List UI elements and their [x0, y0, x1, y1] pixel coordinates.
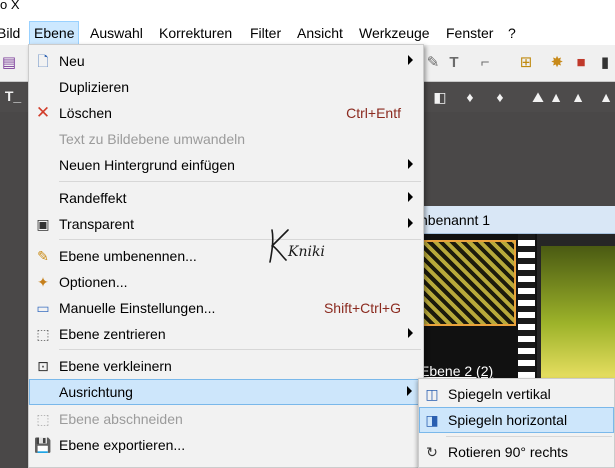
menu-item-umbenennen[interactable]: ✎ Ebene umbenennen...: [29, 243, 423, 269]
text-tool-icon[interactable]: T: [445, 54, 463, 72]
red-x-icon: ✕: [35, 103, 51, 122]
shortcut-label: Ctrl+Entf: [346, 105, 401, 121]
menu-item-abschneiden: ⬚ Ebene abschneiden: [29, 406, 423, 432]
menu-item-ausrichtung[interactable]: Ausrichtung: [29, 379, 423, 405]
droplet-icon[interactable]: ♦: [462, 89, 478, 105]
droplet-icon[interactable]: ◧: [432, 89, 448, 105]
document-title: nbenannt 1: [420, 212, 491, 228]
submenu-arrow-icon: [408, 192, 413, 202]
window-icon: ▭: [36, 300, 50, 316]
ausrichtung-submenu: ◫ Spiegeln vertikal ◨ Spiegeln horizonta…: [418, 378, 615, 468]
submenu-separator: [446, 436, 612, 437]
submenu-arrow-icon: [408, 159, 413, 169]
submenu-arrow-icon: [407, 386, 412, 396]
triangle-icon[interactable]: ▲: [598, 89, 614, 105]
triangle-icon[interactable]: ▲: [548, 89, 564, 105]
submenu-arrow-icon: [408, 55, 413, 65]
menu-separator: [59, 349, 421, 350]
menu-korrekturen[interactable]: Korrekturen: [159, 21, 232, 45]
menu-item-zentrieren[interactable]: ⬚ Ebene zentrieren: [29, 321, 423, 347]
transparency-icon: ▣: [36, 216, 50, 232]
layers-icon[interactable]: ⊞: [517, 54, 535, 72]
menu-item-optionen[interactable]: ✦ Optionen...: [29, 269, 423, 295]
menu-ebene[interactable]: Ebene: [29, 21, 80, 45]
triangle-icon[interactable]: ▲: [570, 89, 586, 105]
menu-item-exportieren[interactable]: 💾 Ebene exportieren...: [29, 432, 423, 458]
palette-icon[interactable]: ■: [572, 54, 590, 72]
rotate-right-icon: ↻: [426, 444, 438, 460]
menu-item-manuelle-einstellungen[interactable]: ▭ Manuelle Einstellungen... Shift+Ctrl+G: [29, 295, 423, 321]
menu-item-transparent[interactable]: ▣ Transparent: [29, 211, 423, 237]
crop-tool-icon[interactable]: ⌐: [476, 54, 494, 72]
menu-filter[interactable]: Filter: [250, 21, 281, 45]
lock-icon[interactable]: ▮: [596, 54, 614, 72]
document-titlebar[interactable]: nbenannt 1: [420, 206, 615, 234]
cut-icon: ⬚: [36, 411, 50, 427]
submenu-item-spiegeln-vertikal[interactable]: ◫ Spiegeln vertikal: [419, 381, 614, 407]
droplet-icon[interactable]: ♦: [492, 89, 508, 105]
layer-thumbnail[interactable]: [422, 240, 516, 326]
menu-auswahl[interactable]: Auswahl: [90, 21, 143, 45]
menu-item-duplizieren[interactable]: Duplizieren: [29, 74, 423, 100]
text-option-label: T_: [4, 88, 22, 104]
shortcut-label: Shift+Ctrl+G: [323, 300, 401, 316]
submenu-item-rotieren-rechts[interactable]: ↻ Rotieren 90° rechts: [419, 439, 614, 465]
menu-werkzeuge[interactable]: Werkzeuge: [359, 21, 430, 45]
submenu-arrow-icon: [408, 328, 413, 338]
layer-name[interactable]: Ebene 2 (2): [420, 363, 493, 379]
brush-tool-icon[interactable]: ✎: [424, 54, 442, 72]
ebene-menu: 🗋 Neu Duplizieren ✕ Löschen Ctrl+Entf Te…: [28, 44, 424, 468]
menu-help[interactable]: ?: [508, 21, 516, 45]
menu-separator: [59, 239, 421, 240]
kniki-signature-watermark: Kniki: [269, 229, 325, 263]
mirror-vertical-icon: ◫: [425, 386, 439, 402]
center-icon: ⬚: [36, 326, 50, 342]
menu-item-text-zu-bildebene: Text zu Bildebene umwandeln: [59, 131, 246, 147]
watermark-text: Kniki: [287, 244, 325, 260]
window-titlebar: o X: [0, 0, 615, 21]
menu-item-loeschen[interactable]: ✕ Löschen Ctrl+Entf: [29, 100, 423, 126]
menu-item-verkleinern[interactable]: ⊡ Ebene verkleinern: [29, 353, 423, 379]
mountain-icon[interactable]: ⛰: [530, 89, 546, 105]
menu-separator: [59, 181, 421, 182]
menu-bild[interactable]: Bild: [0, 21, 20, 45]
menu-item-randeffekt[interactable]: Randeffekt: [29, 185, 423, 211]
print-icon[interactable]: ▤: [0, 54, 18, 72]
submenu-item-spiegeln-horizontal[interactable]: ◨ Spiegeln horizontal: [419, 407, 614, 433]
menubar: Bild Ebene Auswahl Korrekturen Filter An…: [0, 21, 615, 45]
rename-icon: ✎: [37, 248, 49, 264]
mirror-horizontal-icon: ◨: [425, 412, 439, 428]
submenu-arrow-icon: [408, 218, 413, 228]
window-title: o X: [0, 0, 20, 12]
menu-fenster[interactable]: Fenster: [446, 21, 493, 45]
menu-item-neuen-hintergrund[interactable]: Neuen Hintergrund einfügen: [29, 152, 423, 178]
floppy-icon: 💾: [34, 437, 52, 453]
options-icon: ✦: [37, 274, 49, 290]
gear-icon[interactable]: ✸: [548, 54, 566, 72]
menu-ansicht[interactable]: Ansicht: [297, 21, 343, 45]
menu-item-neu[interactable]: 🗋 Neu: [29, 48, 423, 74]
new-document-icon: 🗋: [37, 53, 49, 69]
shrink-icon: ⊡: [37, 358, 49, 374]
